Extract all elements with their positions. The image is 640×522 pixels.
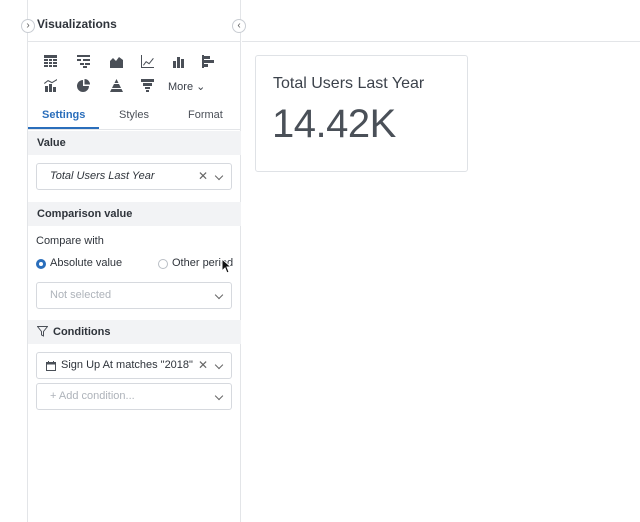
value-select[interactable]: Total Users Last Year ✕: [36, 163, 232, 190]
add-condition-placeholder: + Add condition...: [50, 390, 135, 402]
panel-title: Visualizations: [37, 17, 117, 31]
chevron-down-icon[interactable]: [214, 391, 224, 401]
absolute-value-label[interactable]: Absolute value: [50, 257, 122, 269]
collapse-panel-icon[interactable]: ‹: [232, 19, 246, 33]
chevron-down-icon[interactable]: [214, 360, 224, 370]
pie-chart-icon[interactable]: [74, 76, 92, 94]
condition-text: Sign Up At matches "2018": [61, 359, 193, 371]
visualizations-panel: Visualizations More ⌄ Settings Styles Fo…: [28, 0, 241, 522]
mouse-cursor-icon: [221, 258, 233, 274]
left-gutter: [0, 0, 28, 522]
filter-icon: [37, 326, 48, 337]
settings-tabs: Settings Styles Format: [28, 106, 241, 130]
conditions-section-header: Conditions: [28, 320, 241, 344]
condition-item[interactable]: Sign Up At matches "2018" ✕: [36, 352, 232, 379]
kpi-card[interactable]: Total Users Last Year 14.42K: [255, 55, 468, 172]
kpi-value: 14.42K: [272, 102, 396, 146]
other-period-radio[interactable]: [158, 259, 168, 269]
comparison-section-header: Comparison value: [28, 202, 241, 226]
conditions-title: Conditions: [53, 326, 111, 338]
funnel-icon[interactable]: [138, 76, 156, 94]
compare-with-label: Compare with: [36, 235, 104, 247]
tab-format[interactable]: Format: [188, 109, 223, 121]
remove-condition-icon[interactable]: ✕: [198, 353, 208, 378]
viz-type-grid: More ⌄: [28, 42, 241, 104]
chevron-down-icon[interactable]: [214, 290, 224, 300]
value-section-header: Value: [28, 131, 241, 155]
tab-styles[interactable]: Styles: [119, 109, 149, 121]
main-canvas: Total Users Last Year 14.42K: [242, 0, 640, 522]
period-select[interactable]: Not selected: [36, 282, 232, 309]
value-select-text: Total Users Last Year: [50, 170, 155, 182]
horizontal-bar-icon[interactable]: [199, 52, 217, 70]
expand-panel-icon[interactable]: ›: [21, 19, 35, 33]
line-chart-icon[interactable]: [138, 52, 156, 70]
kpi-title: Total Users Last Year: [273, 75, 425, 92]
pivot-icon[interactable]: [74, 52, 92, 70]
area-chart-icon[interactable]: [107, 52, 125, 70]
add-condition-select[interactable]: + Add condition...: [36, 383, 232, 410]
period-select-placeholder: Not selected: [50, 289, 112, 301]
main-topbar: [242, 0, 640, 42]
calendar-icon: [46, 361, 56, 371]
tab-settings[interactable]: Settings: [42, 109, 85, 121]
combo-chart-icon[interactable]: [41, 76, 59, 94]
panel-header: Visualizations: [28, 0, 240, 42]
absolute-value-radio[interactable]: [36, 259, 46, 269]
more-viz-button[interactable]: More ⌄: [168, 80, 205, 93]
chevron-down-icon[interactable]: [214, 171, 224, 181]
pyramid-icon[interactable]: [107, 76, 125, 94]
bar-chart-icon[interactable]: [169, 52, 187, 70]
active-tab-indicator: [28, 127, 99, 129]
table-icon[interactable]: [41, 52, 59, 70]
clear-icon[interactable]: ✕: [198, 164, 208, 189]
